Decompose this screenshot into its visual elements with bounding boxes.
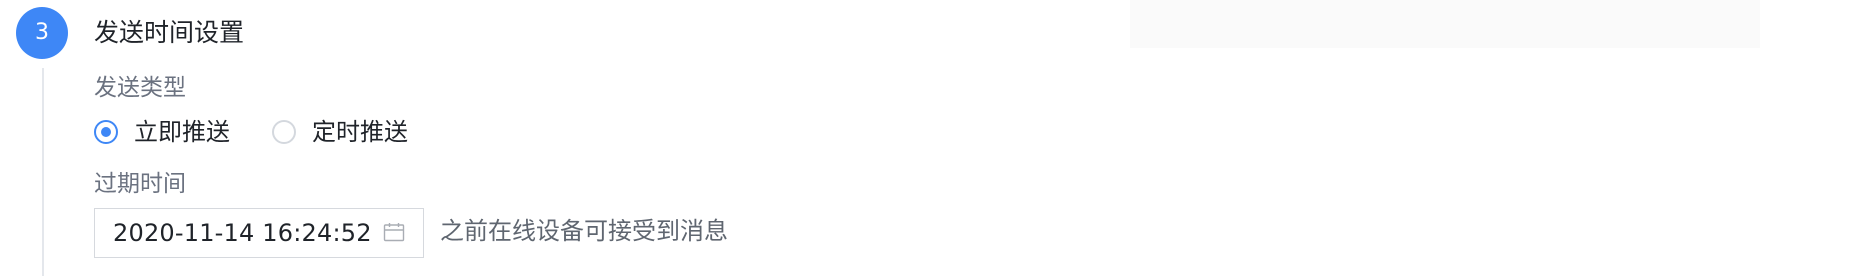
radio-unchecked-icon[interactable] [272,120,296,144]
send-type-radio-group: 立即推送 定时推送 [94,115,450,149]
step-number-badge: 3 [16,7,68,59]
expire-datetime-input[interactable]: 2020-11-14 16:24:52 [94,208,424,258]
step-title: 发送时间设置 [94,18,245,47]
radio-option-immediate[interactable]: 立即推送 [94,116,230,148]
expire-datetime-value: 2020-11-14 16:24:52 [113,219,372,247]
expire-hint-text: 之前在线设备可接受到消息 [440,217,728,245]
send-type-label: 发送类型 [94,75,186,101]
expire-time-label: 过期时间 [94,171,186,197]
radio-label-scheduled: 定时推送 [312,118,408,146]
send-time-settings-section: 3 发送时间设置 发送类型 立即推送 定时推送 过期时间 2020-11-14 … [0,0,1866,276]
radio-label-immediate: 立即推送 [134,118,230,146]
calendar-icon[interactable] [383,222,405,242]
faded-background-area [1130,0,1760,48]
step-connector-line [42,68,44,276]
radio-option-scheduled[interactable]: 定时推送 [272,116,408,148]
radio-checked-icon[interactable] [94,120,118,144]
